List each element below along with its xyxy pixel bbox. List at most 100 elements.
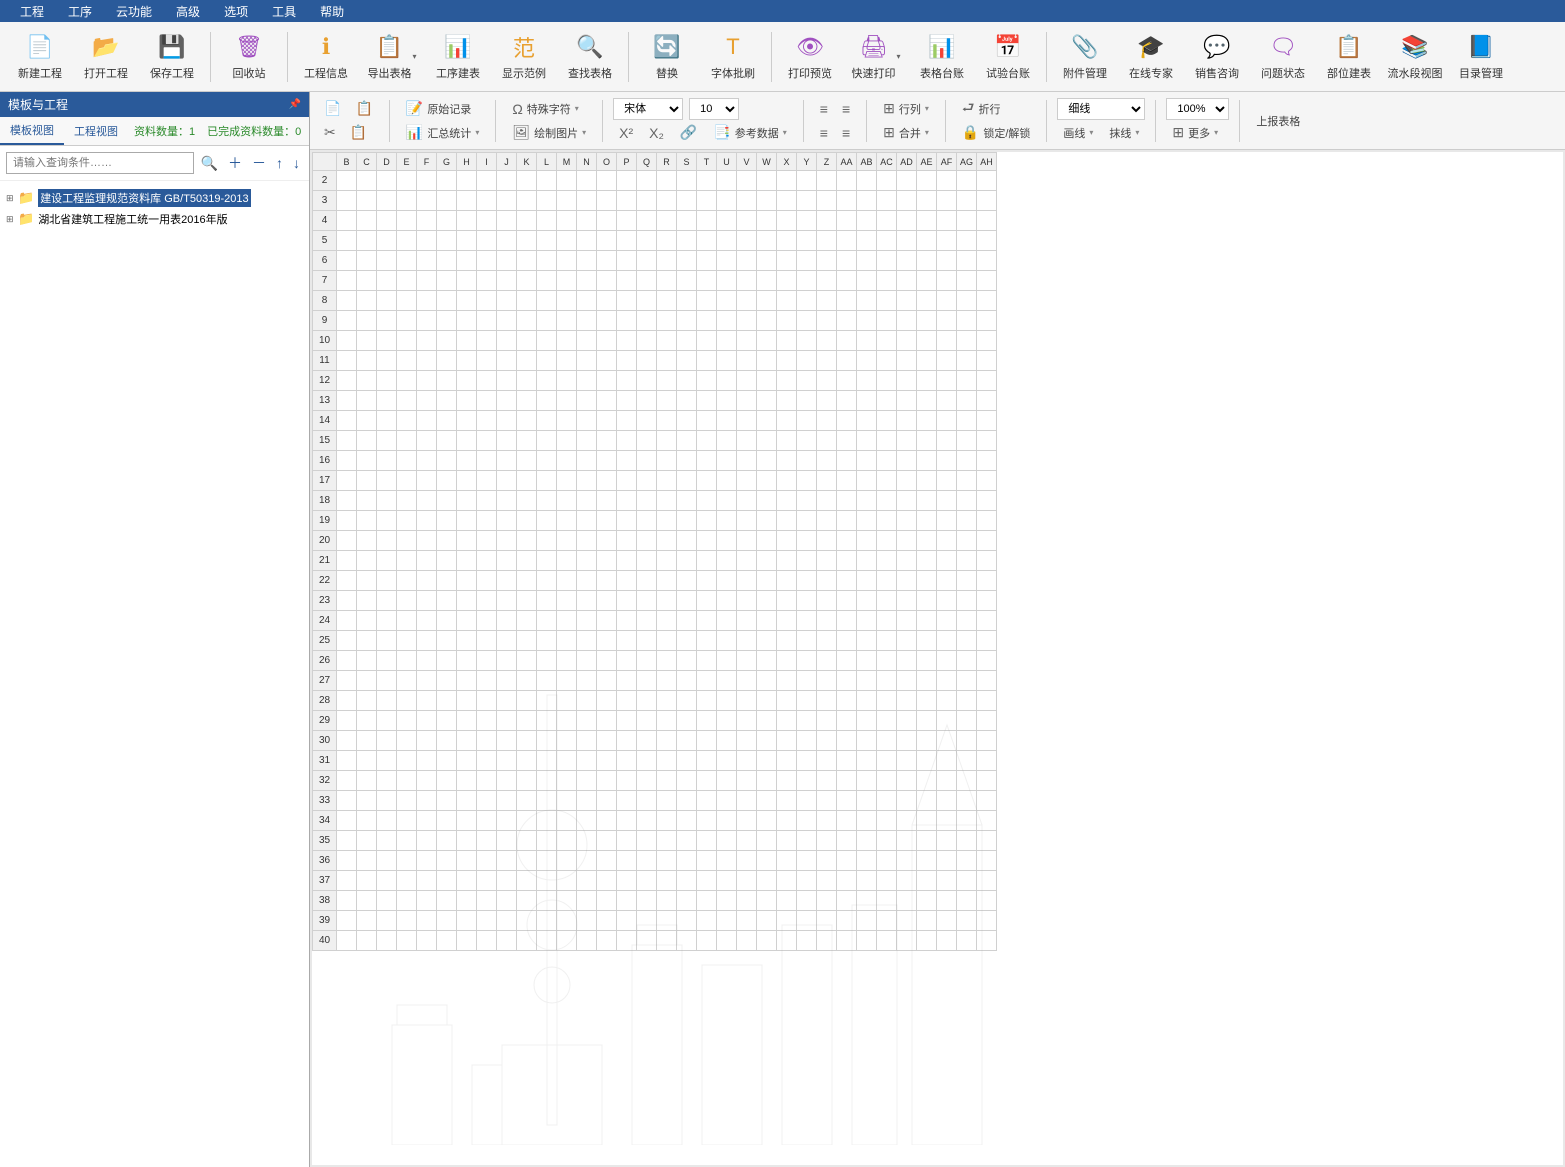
cell[interactable] <box>397 591 417 611</box>
cell[interactable] <box>637 751 657 771</box>
cell[interactable] <box>617 851 637 871</box>
cell[interactable] <box>617 251 637 271</box>
cell[interactable] <box>857 291 877 311</box>
cell[interactable] <box>697 911 717 931</box>
cell[interactable] <box>637 511 657 531</box>
cell[interactable] <box>717 791 737 811</box>
cell[interactable] <box>517 831 537 851</box>
cell[interactable] <box>597 771 617 791</box>
cell[interactable] <box>917 831 937 851</box>
cell[interactable] <box>397 531 417 551</box>
cell[interactable] <box>897 851 917 871</box>
cell[interactable] <box>357 411 377 431</box>
cell[interactable] <box>697 351 717 371</box>
cell[interactable] <box>737 711 757 731</box>
cell[interactable] <box>457 271 477 291</box>
cell[interactable] <box>617 211 637 231</box>
toolbar-保存工程[interactable]: 💾保存工程 <box>140 27 204 87</box>
cell[interactable] <box>837 551 857 571</box>
zoom-select[interactable]: 100% <box>1166 98 1229 120</box>
cell[interactable] <box>697 411 717 431</box>
cell[interactable] <box>797 371 817 391</box>
cell[interactable] <box>337 791 357 811</box>
cell[interactable] <box>717 451 737 471</box>
cell[interactable] <box>957 891 977 911</box>
cell[interactable] <box>817 791 837 811</box>
cell[interactable] <box>637 651 657 671</box>
cell[interactable] <box>377 191 397 211</box>
cell[interactable] <box>637 831 657 851</box>
cell[interactable] <box>397 631 417 651</box>
cell[interactable] <box>617 631 637 651</box>
cell[interactable] <box>437 931 457 951</box>
cell[interactable] <box>977 791 997 811</box>
cell[interactable] <box>857 351 877 371</box>
cell[interactable] <box>397 571 417 591</box>
cell[interactable] <box>477 291 497 311</box>
cell[interactable] <box>637 271 657 291</box>
cell[interactable] <box>897 311 917 331</box>
cell[interactable] <box>477 391 497 411</box>
cell[interactable] <box>517 331 537 351</box>
cell[interactable] <box>977 171 997 191</box>
toolbar-替换[interactable]: 🔄替换 <box>635 27 699 87</box>
cell[interactable] <box>677 471 697 491</box>
cell[interactable] <box>877 791 897 811</box>
cell[interactable] <box>357 691 377 711</box>
cell[interactable] <box>937 531 957 551</box>
cell[interactable] <box>397 831 417 851</box>
cell[interactable] <box>677 711 697 731</box>
cell[interactable] <box>837 751 857 771</box>
cell[interactable] <box>397 231 417 251</box>
cell[interactable] <box>537 271 557 291</box>
toolbar-目录管理[interactable]: 📘目录管理 <box>1449 27 1513 87</box>
col-header[interactable]: X <box>777 153 797 171</box>
cell[interactable] <box>617 371 637 391</box>
cell[interactable] <box>857 651 877 671</box>
row-header[interactable]: 19 <box>313 511 337 531</box>
cell[interactable] <box>797 511 817 531</box>
cell[interactable] <box>497 411 517 431</box>
cell[interactable] <box>697 331 717 351</box>
cell[interactable] <box>357 251 377 271</box>
cell[interactable] <box>537 891 557 911</box>
cell[interactable] <box>477 851 497 871</box>
cell[interactable] <box>797 731 817 751</box>
row-header[interactable]: 5 <box>313 231 337 251</box>
col-header[interactable]: E <box>397 153 417 171</box>
cell[interactable] <box>897 351 917 371</box>
col-header[interactable]: AB <box>857 153 877 171</box>
cell[interactable] <box>597 411 617 431</box>
cell[interactable] <box>937 351 957 371</box>
cell[interactable] <box>777 651 797 671</box>
cell[interactable] <box>457 211 477 231</box>
cell[interactable] <box>777 471 797 491</box>
cell[interactable] <box>777 911 797 931</box>
cell[interactable] <box>397 251 417 271</box>
cell[interactable] <box>337 611 357 631</box>
cell[interactable] <box>697 171 717 191</box>
cell[interactable] <box>337 831 357 851</box>
row-header[interactable]: 23 <box>313 591 337 611</box>
cell[interactable] <box>817 171 837 191</box>
cell[interactable] <box>797 531 817 551</box>
cell[interactable] <box>637 291 657 311</box>
col-header[interactable]: Y <box>797 153 817 171</box>
cell[interactable] <box>537 591 557 611</box>
cell[interactable] <box>897 231 917 251</box>
cell[interactable] <box>417 271 437 291</box>
cell[interactable] <box>397 491 417 511</box>
cell[interactable] <box>377 391 397 411</box>
cell[interactable] <box>977 351 997 371</box>
cell[interactable] <box>577 531 597 551</box>
cell[interactable] <box>897 491 917 511</box>
col-header[interactable]: C <box>357 153 377 171</box>
cell[interactable] <box>697 691 717 711</box>
cell[interactable] <box>837 311 857 331</box>
cell[interactable] <box>817 571 837 591</box>
cell[interactable] <box>817 911 837 931</box>
cell[interactable] <box>917 391 937 411</box>
cell[interactable] <box>537 371 557 391</box>
row-header[interactable]: 28 <box>313 691 337 711</box>
cell[interactable] <box>977 471 997 491</box>
